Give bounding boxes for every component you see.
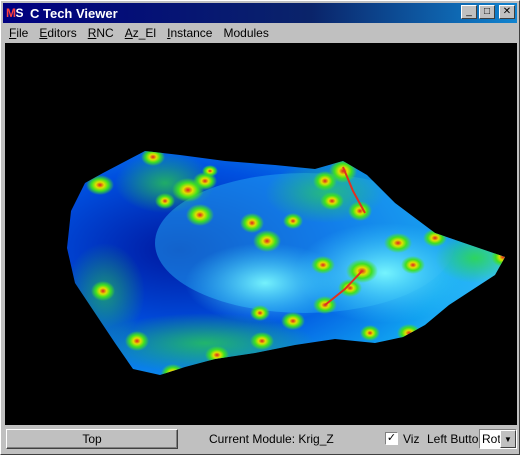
close-icon: ✕ (502, 6, 512, 17)
dropdown-arrow-button[interactable]: ▼ (500, 430, 516, 448)
3d-viewport[interactable] (5, 43, 517, 425)
minimize-button[interactable]: _ (461, 5, 477, 19)
menu-modules[interactable]: Modules (217, 26, 273, 40)
left-button-label: Left Button (427, 432, 486, 446)
chevron-down-icon: ▼ (504, 434, 512, 444)
logo-s: S (15, 6, 24, 20)
top-button[interactable]: Top (6, 429, 178, 449)
window-title: C Tech Viewer (30, 5, 118, 21)
maximize-icon: □ (483, 6, 491, 17)
close-button[interactable]: ✕ (499, 5, 515, 19)
menu-editors[interactable]: Editors (33, 26, 81, 40)
title-bar[interactable]: MS C Tech Viewer _ □ ✕ (3, 3, 517, 23)
viz-label: Viz (403, 432, 420, 446)
viz-checkbox[interactable]: ✓ (385, 432, 398, 445)
menu-bar: File Editors RNC Az_El Instance Modules (3, 24, 517, 42)
minimize-icon: _ (466, 6, 472, 17)
surface-render (67, 151, 505, 375)
logo-m: M (6, 6, 16, 20)
top-button-label: Top (82, 432, 102, 446)
menu-file[interactable]: File (3, 26, 33, 40)
menu-rnc[interactable]: RNC (82, 26, 119, 40)
check-icon: ✓ (386, 432, 397, 444)
app-logo: MS (6, 5, 30, 21)
menu-instance[interactable]: Instance (161, 26, 217, 40)
left-button-mode-select[interactable]: Rot ▼ (479, 429, 517, 449)
app-window: MS C Tech Viewer _ □ ✕ File Editors RNC … (0, 0, 520, 455)
current-module-label: Current Module: Krig_Z (209, 432, 334, 446)
menu-az-el[interactable]: Az_El (119, 26, 161, 40)
status-bar: Top Current Module: Krig_Z ✓ Viz Left Bu… (3, 427, 517, 453)
mode-value: Rot (482, 432, 500, 446)
maximize-button[interactable]: □ (479, 5, 495, 19)
